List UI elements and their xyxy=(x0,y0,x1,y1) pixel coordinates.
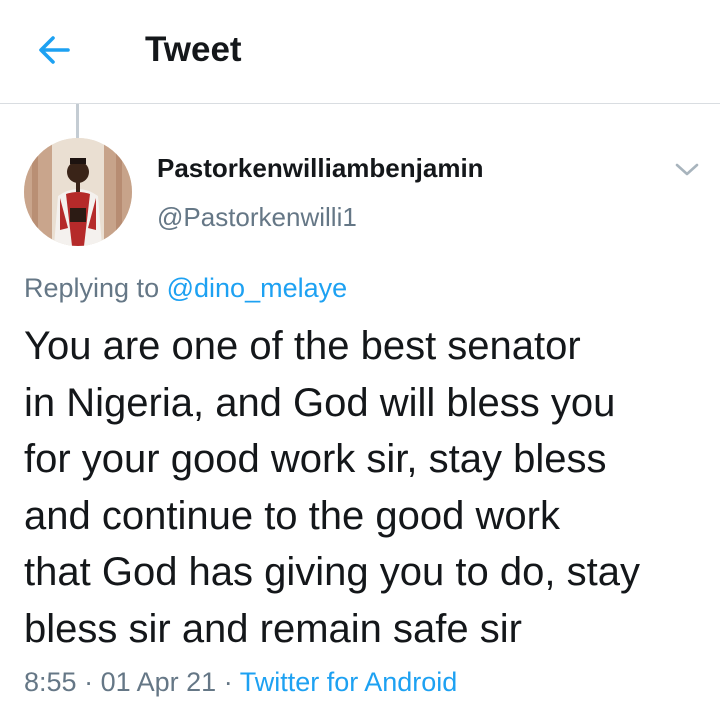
thread-connector-line xyxy=(76,104,79,138)
tweet-text-line: for your good work sir, stay bless xyxy=(24,437,607,481)
top-app-bar: Tweet xyxy=(0,0,720,104)
tweet-text-line: and continue to the good work xyxy=(24,493,560,538)
tweet-text-line: that God has giving you to do, stay xyxy=(24,550,640,594)
replying-to-label: Replying to xyxy=(24,273,160,303)
tweet-time: 8:55 xyxy=(24,667,77,697)
tweet-text-line: bless sir and remain safe sir xyxy=(24,606,522,651)
author-handle[interactable]: @Pastorkenwilli1 xyxy=(157,200,357,234)
page-title: Tweet xyxy=(145,30,242,69)
author-display-name[interactable]: Pastorkenwilliambenjamin xyxy=(157,151,484,185)
meta-separator: · xyxy=(84,667,94,697)
avatar-photo xyxy=(24,138,132,246)
tweet-metadata: 8:55 · 01 Apr 21 · Twitter for Android xyxy=(24,664,457,700)
tweet-source-link[interactable]: Twitter for Android xyxy=(240,667,458,697)
chevron-down-icon xyxy=(675,163,699,176)
replying-to: Replying to @dino_melaye xyxy=(24,270,347,306)
tweet-text: You are one of the best senator in Niger… xyxy=(24,318,714,657)
tweet-date: 01 Apr 21 xyxy=(100,667,217,697)
tweet-text-line: in Nigeria, and God will bless you xyxy=(24,380,616,425)
replying-to-mention[interactable]: @dino_melaye xyxy=(167,273,348,303)
avatar[interactable] xyxy=(24,138,132,246)
arrow-left-icon xyxy=(39,36,70,64)
tweet-text-line: You are one of the best senator xyxy=(24,324,581,368)
back-button[interactable] xyxy=(34,28,82,72)
tweet-menu-button[interactable] xyxy=(670,154,704,184)
meta-separator: · xyxy=(223,667,233,697)
